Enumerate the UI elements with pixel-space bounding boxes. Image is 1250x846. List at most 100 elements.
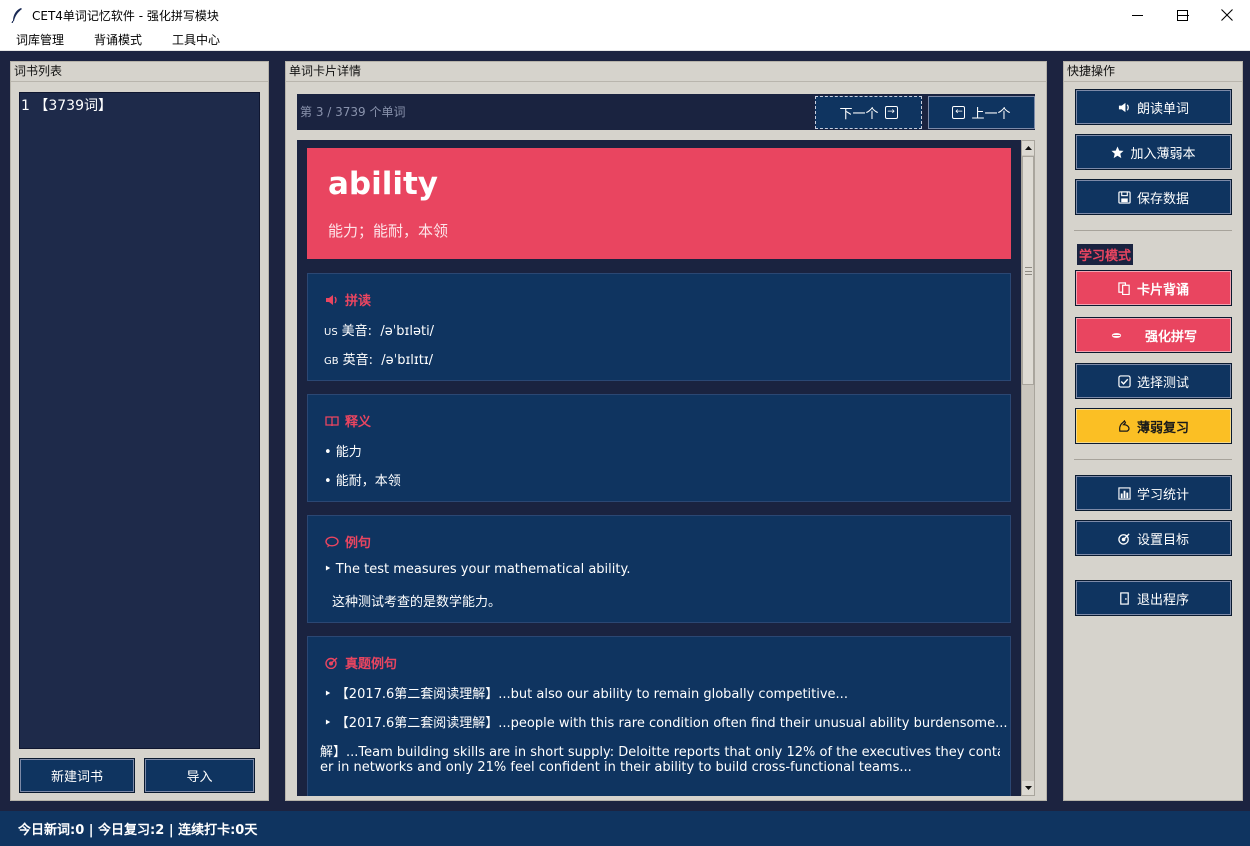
section-title: 真题例句 [325,653,397,672]
pencil-icon [1111,332,1122,338]
status-bar: 今日新词:0 | 今日复习:2 | 连续打卡:0天 [0,811,1250,846]
feather-icon [11,8,22,23]
save-data-button[interactable]: 保存数据 [1075,179,1232,215]
us-pronunciation: US 美音: /əˈbɪləti/ [324,320,434,339]
book-icon [325,415,339,426]
exam-item: ‣ 【2017.6第二套阅读理解】...people with this rar… [324,716,1008,731]
cards-icon [1118,281,1130,295]
next-word-button[interactable]: 下一个 → [815,96,922,129]
gb-pronunciation: GB 英音: /əˈbɪlɪtɪ/ [324,349,433,368]
speaker-icon [326,294,337,305]
stats-button[interactable]: 学习统计 [1075,475,1232,511]
add-weak-label: 加入薄弱本 [1130,146,1196,162]
muscle-icon [1119,419,1130,432]
prev-word-button[interactable]: ← 上一个 [928,96,1035,129]
divider [286,81,1046,82]
divider [1064,81,1242,82]
definition-title: 释义 [345,415,372,430]
card-scrollbar[interactable] [1021,140,1035,796]
stats-label: 学习统计 [1136,487,1189,503]
us-label: 美音: [341,324,373,339]
menu-library[interactable]: 词库管理 [0,30,79,50]
card-scroll-area[interactable]: ability 能力；能耐，本领 拼读 US 美音: /əˈbɪləti/ GB 英… [297,140,1021,796]
close-icon [1221,9,1233,21]
star-icon [1111,145,1125,158]
speaker-icon [1118,102,1129,112]
weak-review-label: 薄弱复习 [1136,420,1189,436]
exit-button[interactable]: 退出程序 [1075,580,1232,616]
caret-down-icon [1024,786,1032,790]
add-weak-button[interactable]: 加入薄弱本 [1075,134,1232,170]
title-bar: CET4单词记忆软件 - 强化拼写模块 [0,0,1250,30]
pronunciation-section: 拼读 US 美音: /əˈbɪləti/ GB 英音: /əˈbɪlɪtɪ/ [307,273,1011,381]
import-button[interactable]: 导入 [144,758,255,793]
set-goal-label: 设置目标 [1136,532,1189,548]
divider [11,81,268,82]
section-title: 例句 [325,532,371,551]
pronunciation-title: 拼读 [345,294,372,309]
checkbox-icon [1118,374,1131,388]
divider [1074,230,1232,231]
study-mode-label: 学习模式 [1077,244,1134,265]
target-icon [325,656,338,669]
word-header: ability 能力；能耐，本领 [307,148,1011,259]
word-counter: 第 3 / 3739 个单词 [300,105,406,119]
word-short-meaning: 能力；能耐，本领 [328,222,449,240]
maximize-button[interactable] [1159,0,1205,30]
us-tag: US [324,327,338,338]
section-title: 拼读 [325,290,371,309]
minimize-button-area[interactable] [1114,0,1160,30]
target-icon [1118,532,1130,545]
exam-title: 真题例句 [345,657,398,672]
panel-title: 快捷操作 [1067,64,1116,78]
menu-tools[interactable]: 工具中心 [157,30,235,50]
close-button[interactable] [1204,0,1250,30]
card-recite-label: 卡片背诵 [1136,282,1189,298]
floppy-disk-icon [1118,190,1131,204]
scroll-up-button[interactable] [1022,141,1034,155]
panel-title: 词书列表 [14,64,63,78]
grip-icon [1025,267,1032,275]
gb-ipa: /əˈbɪlɪtɪ/ [381,353,434,368]
bar-chart-icon [1118,486,1131,500]
exit-label: 退出程序 [1136,592,1189,608]
example-section: 例句 ‣ The test measures your mathematical… [307,515,1011,623]
book-listbox[interactable]: 1 【3739词】 [19,92,260,749]
maximize-icon [1176,9,1188,21]
scroll-down-button[interactable] [1022,781,1034,795]
definition-item: • 能耐，本领 [324,474,401,489]
minimize-icon [1131,14,1143,16]
quiz-label: 选择测试 [1136,375,1189,391]
section-title: 释义 [325,411,371,430]
quiz-button[interactable]: 选择测试 [1075,363,1232,399]
new-book-button[interactable]: 新建词书 [19,758,135,793]
spell-label: 强化拼写 [1144,329,1197,345]
panel-title: 单词卡片详情 [289,64,362,78]
menu-bar: 词库管理 背诵模式 工具中心 [0,30,1250,51]
set-goal-button[interactable]: 设置目标 [1075,520,1232,556]
read-word-label: 朗读单词 [1136,101,1189,117]
example-title: 例句 [345,536,372,551]
example-chinese: 这种测试考查的是数学能力。 [332,595,502,610]
quick-actions-panel: 快捷操作 朗读单词 加入薄弱本 保存数据 学习模式 卡片背诵 强化拼写 选择测试… [1063,61,1243,801]
example-english: ‣ The test measures your mathematical ab… [324,562,631,577]
weak-review-button[interactable]: 薄弱复习 [1075,408,1232,444]
definition-item: • 能力 [324,445,362,460]
definition-section: 释义 • 能力 • 能耐，本领 [307,394,1011,502]
window-title: CET4单词记忆软件 - 强化拼写模块 [32,8,219,23]
word-card-panel: 单词卡片详情 第 3 / 3739 个单词 下一个 → ← 上一个 abilit… [285,61,1047,801]
menu-recite-mode[interactable]: 背诵模式 [79,30,157,50]
door-icon [1120,591,1129,605]
next-label: 下一个 [839,107,879,122]
arrow-left-box-icon: ← [952,106,966,119]
spell-button[interactable]: 强化拼写 [1075,317,1232,353]
read-word-button[interactable]: 朗读单词 [1075,89,1232,125]
status-text: 今日新词:0 | 今日复习:2 | 连续打卡:0天 [18,823,258,838]
list-item[interactable]: 1 【3739词】 [20,93,259,115]
gb-label: 英音: [342,353,373,368]
book-list-panel: 词书列表 1 【3739词】 新建词书 导入 [10,61,269,801]
scroll-thumb[interactable] [1022,156,1034,385]
exam-item: er in networks and only 21% feel confide… [320,760,912,775]
card-nav-bar: 第 3 / 3739 个单词 下一个 → ← 上一个 [297,94,1035,130]
card-recite-button[interactable]: 卡片背诵 [1075,270,1232,306]
